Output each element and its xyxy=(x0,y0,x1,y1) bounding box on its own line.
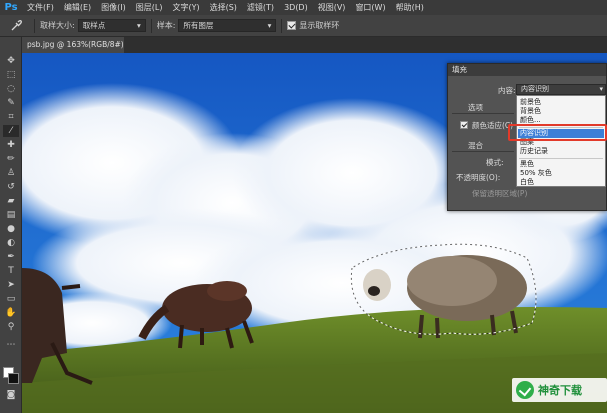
menu-help[interactable]: 帮助(H) xyxy=(391,2,429,13)
clone-stamp-icon[interactable]: ♙ xyxy=(3,167,19,179)
sample-select[interactable]: 所有图层 ▾ xyxy=(178,19,277,32)
sample-size-label: 取样大小: xyxy=(40,21,75,30)
eyedropper-icon[interactable] xyxy=(3,17,29,35)
content-select[interactable]: 内容识别 xyxy=(516,84,606,95)
sample-size-select[interactable]: 取样点 ▾ xyxy=(77,19,146,32)
quick-select-icon[interactable]: ✎ xyxy=(3,97,19,109)
divider xyxy=(519,158,603,159)
watermark-text: 神奇下载 xyxy=(538,384,582,397)
divider xyxy=(34,18,35,33)
dropdown-item-black[interactable]: 黑色 xyxy=(518,160,604,169)
menu-view[interactable]: 视图(V) xyxy=(313,2,351,13)
divider xyxy=(452,113,514,114)
fill-dialog-title: 填充 xyxy=(448,64,606,76)
menu-bar: Ps 文件(F) 编辑(E) 图像(I) 图层(L) 文字(Y) 选择(S) 滤… xyxy=(0,0,607,15)
annotation-highlight-box xyxy=(508,124,607,141)
chevron-down-icon: ▾ xyxy=(267,21,272,30)
tools-panel: ✥ ⬚ ◌ ✎ ⌗ ⁄ ✚ ✏ ♙ ↺ ▰ ▤ ● ◐ ✒ T ➤ ▭ ✋ ⚲ … xyxy=(0,37,22,413)
watermark-logo-icon xyxy=(516,381,534,399)
sample-size-value: 取样点 xyxy=(82,21,106,30)
menu-image[interactable]: 图像(I) xyxy=(96,2,131,13)
options-bar: 取样大小: 取样点 ▾ 样本: 所有图层 ▾ 显示取样环 xyxy=(0,15,607,37)
eraser-icon[interactable]: ▰ xyxy=(3,195,19,207)
move-icon[interactable]: ✥ xyxy=(3,55,19,67)
dropdown-item-history[interactable]: 历史记录 xyxy=(518,147,604,156)
color-adapt-label: 颜色适应(C) xyxy=(472,121,514,130)
shape-icon[interactable]: ▭ xyxy=(3,293,19,305)
menu-3d[interactable]: 3D(D) xyxy=(279,3,313,12)
menu-layer[interactable]: 图层(L) xyxy=(131,2,168,13)
crop-icon[interactable]: ⌗ xyxy=(3,111,19,123)
content-label: 内容: xyxy=(498,86,516,95)
zoom-icon[interactable]: ⚲ xyxy=(3,321,19,333)
lasso-icon[interactable]: ◌ xyxy=(3,83,19,95)
dropdown-item-foreground[interactable]: 前景色 xyxy=(518,98,604,107)
pen-icon[interactable]: ✒ xyxy=(3,251,19,263)
history-brush-icon[interactable]: ↺ xyxy=(3,181,19,193)
content-dropdown-list: 前景色 背景色 颜色... 内容识别 图案 历史记录 黑色 50% 灰色 白色 xyxy=(516,95,606,187)
document-tab[interactable]: psb.jpg @ 163%(RGB/8#) * xyxy=(22,37,124,53)
divider xyxy=(281,18,283,33)
menu-window[interactable]: 窗口(W) xyxy=(350,2,390,13)
background-color-swatch[interactable] xyxy=(8,373,19,384)
menu-filter[interactable]: 滤镜(T) xyxy=(242,2,279,13)
healing-brush-icon[interactable]: ✚ xyxy=(3,139,19,151)
preserve-transparency-label: 保留透明区域(P) xyxy=(472,189,528,198)
marquee-icon[interactable]: ⬚ xyxy=(3,69,19,81)
three-dots-icon[interactable]: ⋯ xyxy=(3,339,19,351)
options-label: 选项 xyxy=(468,103,483,112)
document-tab-bar: psb.jpg @ 163%(RGB/8#) * xyxy=(22,37,607,53)
opacity-label: 不透明度(O): xyxy=(456,173,501,182)
dodge-icon[interactable]: ◐ xyxy=(3,237,19,249)
show-ring-label: 显示取样环 xyxy=(299,21,340,30)
color-adapt-checkbox[interactable] xyxy=(460,121,468,129)
path-select-icon[interactable]: ➤ xyxy=(3,279,19,291)
hand-icon[interactable]: ✋ xyxy=(3,307,19,319)
quick-mask-icon[interactable]: ◙ xyxy=(3,389,19,401)
watermark: 神奇下载 xyxy=(512,378,607,402)
show-ring-checkbox[interactable] xyxy=(287,21,297,30)
blend-label: 混合 xyxy=(468,141,483,150)
type-icon[interactable]: T xyxy=(3,265,19,277)
photoshop-logo: Ps xyxy=(4,2,18,13)
blur-icon[interactable]: ● xyxy=(3,223,19,235)
brush-icon[interactable]: ✏ xyxy=(3,153,19,165)
divider xyxy=(150,18,152,33)
eyedropper-icon[interactable]: ⁄ xyxy=(3,125,19,137)
menu-select[interactable]: 选择(S) xyxy=(205,2,242,13)
menu-edit[interactable]: 编辑(E) xyxy=(59,2,96,13)
gradient-icon[interactable]: ▤ xyxy=(3,209,19,221)
dropdown-item-white[interactable]: 白色 xyxy=(518,178,604,187)
dropdown-item-gray[interactable]: 50% 灰色 xyxy=(518,169,604,178)
sample-label: 样本: xyxy=(156,21,176,30)
menu-file[interactable]: 文件(F) xyxy=(22,2,59,13)
chevron-down-icon: ▾ xyxy=(136,21,141,30)
divider xyxy=(452,151,514,152)
menu-type[interactable]: 文字(Y) xyxy=(167,2,204,13)
sample-value: 所有图层 xyxy=(183,21,214,30)
mode-label: 模式: xyxy=(486,158,504,167)
dropdown-item-background[interactable]: 背景色 xyxy=(518,107,604,116)
